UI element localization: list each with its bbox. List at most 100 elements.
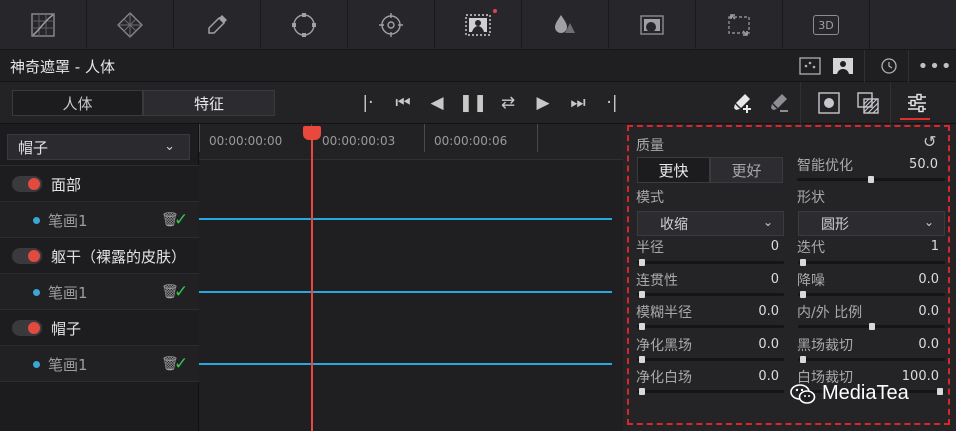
power-window-button[interactable] [261,0,348,50]
radius-slider[interactable] [637,259,784,266]
track-back-frame-icon: |· [362,93,374,113]
iterations-value[interactable]: 1 [883,239,939,254]
checkmark-icon: ✓ [174,354,189,374]
mask-overlay-icon [799,57,821,75]
mode-select[interactable]: 收缩 ⌄ [637,211,784,236]
reset-history-button[interactable] [874,53,904,79]
track-reverse-button[interactable]: ⏮ [390,91,416,115]
blur-radius-slider[interactable] [637,323,784,330]
clean-black-value[interactable]: 0.0 [723,337,779,352]
in-out-ratio-value[interactable]: 0.0 [883,304,939,319]
blur-radius-value[interactable]: 0.0 [723,304,779,319]
track-forward-one-button[interactable]: ·| [599,91,625,115]
tab-feature[interactable]: 特征 [143,90,275,116]
smart-refine-label: 智能优化 [797,158,853,174]
chevron-down-icon: ⌄ [923,215,934,229]
timecode-label: 00:00:00:06 [434,134,508,148]
hat-enable-toggle[interactable] [12,320,42,336]
stroke-row[interactable]: 笔画1 🗑 ✓ [0,202,199,238]
skip-forward-icon: ⏭ [570,93,586,113]
track-forward-play-button[interactable]: ▶ [530,91,556,115]
stroke-row[interactable]: 笔画1 🗑 ✓ [0,346,199,382]
palette-titlebar: 神奇遮罩 - 人体 ••• [0,50,956,82]
sizing-button[interactable] [696,0,783,50]
track-both-button[interactable]: ⇄ [495,91,521,115]
settings-sliders-button[interactable] [902,89,932,117]
playhead-line[interactable] [311,126,313,431]
clean-black-slider[interactable] [637,356,784,363]
watermark: MediaTea [790,382,909,405]
clean-white-slider[interactable] [637,388,784,395]
iterations-label: 迭代 [797,240,825,256]
black-clip-value[interactable]: 0.0 [883,337,939,352]
consistency-value[interactable]: 0 [723,272,779,287]
subtract-stroke-button[interactable] [763,89,793,117]
chevron-down-icon: ⌄ [164,139,175,154]
feature-dropdown-value: 帽子 [18,138,49,157]
feature-dropdown[interactable]: 帽子 ⌄ [7,134,190,160]
playhead-handle[interactable] [303,126,321,140]
shape-select[interactable]: 圆形 ⌄ [798,211,945,236]
stroke-track-bar[interactable] [199,218,612,220]
black-clip-label: 黑场裁切 [797,338,853,354]
mask-overlay-toggle[interactable] [795,53,825,79]
stroke-row[interactable]: 笔画1 🗑 ✓ [0,274,199,310]
qualifier-button[interactable] [174,0,261,50]
radius-value[interactable]: 0 [723,239,779,254]
timecode-label: 00:00:00:00 [209,134,283,148]
tab-person[interactable]: 人体 [12,90,143,116]
group-row-face[interactable]: 面部 [0,166,199,202]
brush-minus-icon [771,94,788,112]
denoise-label: 降噪 [797,273,825,289]
play-reverse-icon: ◀ [430,93,444,113]
in-out-ratio-slider[interactable] [798,323,945,330]
group-label: 帽子 [51,319,82,338]
play-forward-icon: ▶ [536,93,550,113]
track-backward-one-button[interactable]: |· [355,91,381,115]
clean-black-label: 净化黑场 [636,338,692,354]
mode-label: 模式 [636,190,664,206]
timeline[interactable]: 00:00:00:00 00:00:00:03 00:00:00:06 [199,124,623,431]
magic-mask-icon [465,14,491,36]
smart-refine-slider[interactable] [797,176,945,183]
bidirectional-icon: ⇄ [500,93,516,113]
radius-label: 半径 [636,240,664,256]
brush-plus-icon [734,94,751,113]
person-view-toggle[interactable] [828,53,858,79]
iterations-slider[interactable] [798,259,945,266]
denoise-value[interactable]: 0.0 [883,272,939,287]
black-clip-slider[interactable] [798,356,945,363]
curves-button[interactable] [0,0,87,50]
add-stroke-button[interactable] [726,89,756,117]
shape-label: 形状 [797,190,825,206]
more-options-button[interactable]: ••• [918,53,952,79]
magic-mask-button[interactable] [435,0,522,50]
smart-refine-value[interactable]: 50.0 [909,157,938,172]
clean-white-value[interactable]: 0.0 [723,369,779,384]
torso-enable-toggle[interactable] [12,248,42,264]
pause-button[interactable]: ❚❚ [458,91,488,115]
group-row-hat[interactable]: 帽子 [0,310,199,346]
denoise-slider[interactable] [798,291,945,298]
consistency-slider[interactable] [637,291,784,298]
3d-button[interactable]: 3D [783,0,870,50]
group-row-torso[interactable]: 躯干（裸露的皮肤） [0,238,199,274]
timeline-ruler[interactable]: 00:00:00:00 00:00:00:03 00:00:00:06 [199,124,623,160]
stroke-label: 笔画1 [48,355,88,374]
overlay-display-button[interactable] [853,89,883,117]
quality-faster-option[interactable]: 更快 [637,157,710,183]
tracker-button[interactable] [348,0,435,50]
blur-button[interactable] [522,0,609,50]
color-warper-button[interactable] [87,0,174,50]
stroke-track-bar[interactable] [199,291,612,293]
key-button[interactable] [609,0,696,50]
track-reverse-play-button[interactable]: ◀ [424,91,450,115]
sliders-icon [908,93,926,113]
reset-icon[interactable]: ↺ [923,132,936,151]
face-enable-toggle[interactable] [12,176,42,192]
pause-icon: ❚❚ [458,93,488,113]
quality-better-option[interactable]: 更好 [710,157,783,183]
stroke-track-bar[interactable] [199,363,612,365]
track-forward-button[interactable]: ⏭ [565,91,591,115]
mask-display-button[interactable] [814,89,844,117]
